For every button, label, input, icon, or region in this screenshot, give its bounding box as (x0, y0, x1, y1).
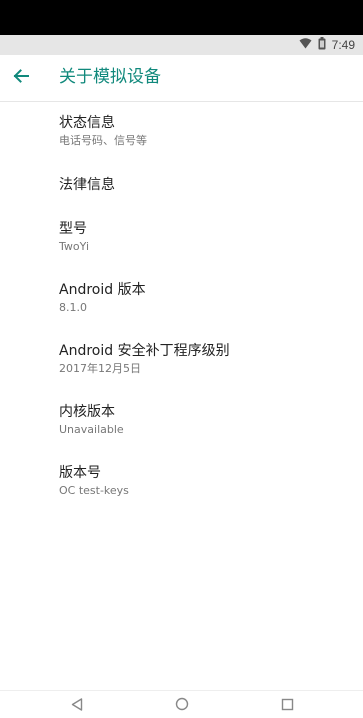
home-circle-icon (175, 696, 189, 715)
pref-title: Android 安全补丁程序级别 (59, 343, 230, 359)
pref-summary: 2017年12月5日 (59, 362, 141, 375)
pref-title: 版本号 (59, 465, 101, 481)
page-title: 关于模拟设备 (59, 67, 161, 87)
back-triangle-icon (71, 696, 83, 715)
pref-title: Android 版本 (59, 282, 146, 298)
pref-title: 型号 (59, 221, 87, 237)
pref-summary: 电话号码、信号等 (59, 134, 147, 147)
status-bar: 7:49 (0, 35, 363, 55)
app-bar: 关于模拟设备 (0, 55, 363, 102)
nav-recents-button[interactable] (275, 695, 299, 715)
pref-title: 内核版本 (59, 404, 115, 420)
pref-summary: Unavailable (59, 423, 124, 436)
top-black-band (0, 0, 363, 35)
battery-icon (318, 37, 326, 53)
pref-item-android-version[interactable]: Android 版本 8.1.0 (0, 277, 363, 333)
pref-item-status[interactable]: 状态信息 电话号码、信号等 (0, 110, 363, 166)
pref-item-build-number[interactable]: 版本号 OC test-keys (0, 460, 363, 516)
wifi-icon (299, 38, 312, 52)
status-icons: 7:49 (299, 37, 355, 53)
nav-home-button[interactable] (170, 695, 194, 715)
pref-summary: 8.1.0 (59, 301, 87, 314)
nav-back-button[interactable] (65, 695, 89, 715)
pref-title: 状态信息 (59, 115, 115, 131)
back-button[interactable] (6, 63, 36, 93)
screen: 7:49 关于模拟设备 状态信息 电话号码、信号等 法律信息 型号 TwoYi … (0, 0, 363, 718)
pref-item-model[interactable]: 型号 TwoYi (0, 216, 363, 272)
pref-title: 法律信息 (59, 177, 115, 193)
status-time: 7:49 (331, 38, 355, 52)
navigation-bar (0, 690, 363, 718)
arrow-left-icon (12, 67, 30, 89)
recents-square-icon (281, 696, 294, 715)
pref-summary: OC test-keys (59, 484, 129, 497)
pref-item-kernel-version[interactable]: 内核版本 Unavailable (0, 399, 363, 455)
pref-summary: TwoYi (59, 240, 90, 253)
pref-item-security-patch[interactable]: Android 安全补丁程序级别 2017年12月5日 (0, 338, 363, 394)
